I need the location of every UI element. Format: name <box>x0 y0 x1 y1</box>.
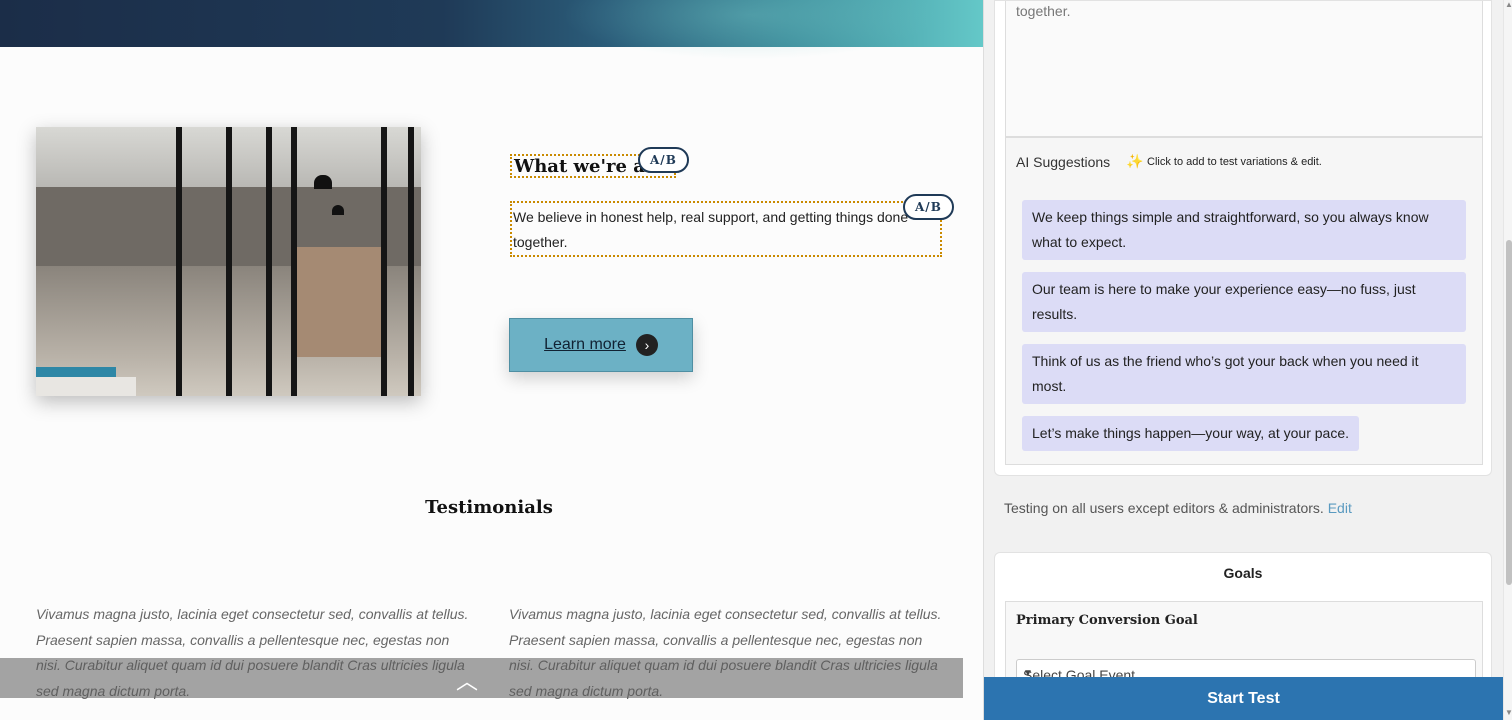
section-body-text: We believe in honest help, real support,… <box>513 209 909 250</box>
panel-scrollbar[interactable]: ▲ ▼ <box>1503 0 1512 720</box>
suggestion-item[interactable]: We keep things simple and straightforwar… <box>1022 200 1466 260</box>
arrow-right-icon: › <box>635 334 658 356</box>
scroll-down-icon[interactable]: ▼ <box>1505 708 1512 717</box>
testing-audience-note: Testing on all users except editors & ad… <box>1004 500 1352 516</box>
photo-glass-frame <box>266 127 272 396</box>
photo-glass-frame <box>291 127 297 396</box>
ab-test-panel: together. AI Suggestions ✨ Click to add … <box>983 0 1512 720</box>
photo-glass-frame <box>176 127 182 396</box>
office-photo <box>36 127 421 396</box>
ai-suggestions-title: AI Suggestions <box>1016 154 1111 170</box>
learn-more-button[interactable]: Learn more › <box>509 318 693 372</box>
testing-note-text: Testing on all users except editors & ad… <box>1004 500 1324 516</box>
primary-goal-label: Primary Conversion Goal <box>1016 613 1198 628</box>
testimonials-title: Testimonials <box>425 497 553 518</box>
sparkle-icon: ✨ <box>1126 153 1144 169</box>
photo-lamp <box>332 205 344 215</box>
ai-suggestions-hint: Click to add to test variations & edit. <box>1147 156 1322 168</box>
suggestion-item[interactable]: Our team is here to make your experience… <box>1022 272 1466 332</box>
suggestion-item[interactable]: Let’s make things happen—your way, at yo… <box>1022 416 1359 451</box>
photo-lamp <box>314 175 332 189</box>
photo-sofa <box>36 377 136 396</box>
suggestion-item[interactable]: Think of us as the friend who’s got your… <box>1022 344 1466 404</box>
photo-backwall <box>296 247 386 357</box>
hero-banner <box>0 0 983 60</box>
page-preview: What we're about A/B We believe in hones… <box>0 0 983 720</box>
ab-test-body[interactable]: We believe in honest help, real support,… <box>510 201 942 257</box>
ab-badge-heading[interactable]: A/B <box>638 147 689 173</box>
variations-card: together. AI Suggestions ✨ Click to add … <box>994 0 1492 476</box>
edit-audience-link[interactable]: Edit <box>1328 500 1352 516</box>
photo-glass-frame <box>381 127 387 396</box>
learn-more-label: Learn more <box>544 336 626 353</box>
scrollbar-thumb[interactable] <box>1506 240 1512 585</box>
scroll-to-top-bar[interactable]: ︿ <box>0 658 963 698</box>
ab-badge-body[interactable]: A/B <box>903 194 954 220</box>
chevron-up-icon: ︿ <box>456 669 479 694</box>
ai-suggestions-box: AI Suggestions ✨ Click to add to test va… <box>1005 137 1483 465</box>
photo-glass-frame <box>226 127 232 396</box>
variation-text-area[interactable]: together. <box>1005 1 1483 137</box>
start-test-button[interactable]: Start Test <box>984 677 1503 720</box>
scroll-up-icon[interactable]: ▲ <box>1505 0 1512 9</box>
goals-title: Goals <box>1223 565 1263 581</box>
photo-glass-frame <box>408 127 414 396</box>
variation-text: together. <box>1016 3 1071 19</box>
